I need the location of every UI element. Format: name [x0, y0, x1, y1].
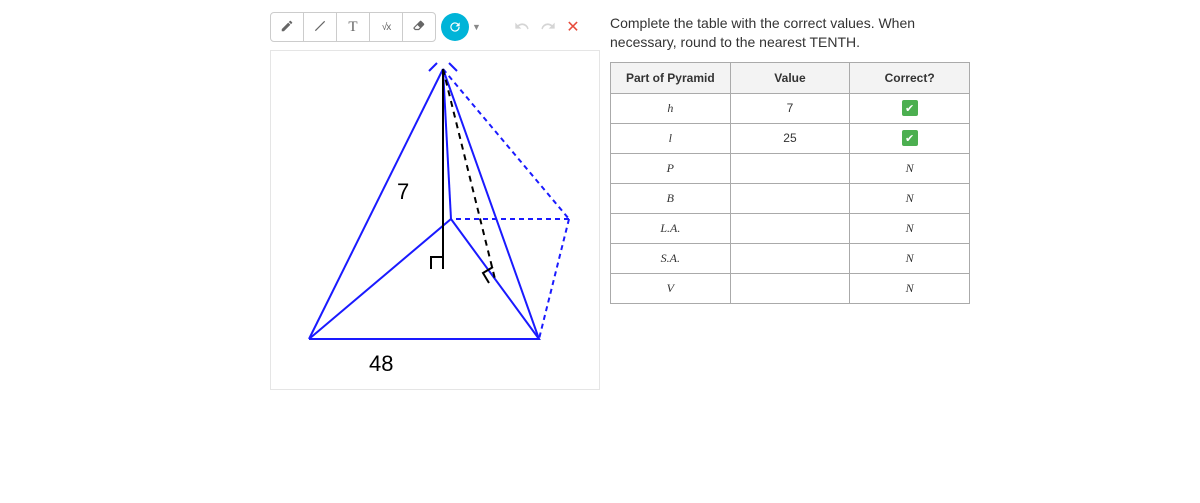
- row-part: L.A.: [611, 213, 731, 243]
- table-row: h 7 ✔: [611, 93, 970, 123]
- row-correct: ✔: [850, 123, 970, 153]
- table-row: l 25 ✔: [611, 123, 970, 153]
- eraser-icon: [412, 19, 426, 36]
- drawing-toolbar: T √x ▼: [270, 12, 600, 42]
- row-value-input[interactable]: 7: [730, 93, 850, 123]
- base-label: 48: [369, 351, 393, 376]
- line-tool-button[interactable]: [303, 12, 337, 42]
- row-value-input[interactable]: [730, 273, 850, 303]
- pen-tool-button[interactable]: [270, 12, 304, 42]
- pyramid-diagram: 7 48: [279, 59, 591, 379]
- th-value: Value: [730, 62, 850, 93]
- table-row: L.A. N: [611, 213, 970, 243]
- row-part: P: [611, 153, 731, 183]
- redo-button[interactable]: [535, 18, 561, 37]
- close-icon: ✕: [566, 17, 579, 37]
- row-part: h: [611, 93, 731, 123]
- row-part: S.A.: [611, 243, 731, 273]
- answer-table: Part of Pyramid Value Correct? h 7 ✔ l 2…: [610, 62, 970, 304]
- table-row: B N: [611, 183, 970, 213]
- undo-button[interactable]: [509, 18, 535, 37]
- row-correct: N: [850, 273, 970, 303]
- color-dropdown[interactable]: ▼: [435, 13, 481, 41]
- table-row: S.A. N: [611, 243, 970, 273]
- instruction-text: Complete the table with the correct valu…: [610, 12, 970, 52]
- check-icon: ✔: [902, 100, 918, 116]
- diagram-canvas[interactable]: 7 48: [270, 50, 600, 390]
- row-value-input[interactable]: [730, 213, 850, 243]
- table-row: P N: [611, 153, 970, 183]
- row-correct: N: [850, 153, 970, 183]
- check-icon: ✔: [902, 130, 918, 146]
- row-correct: N: [850, 213, 970, 243]
- row-part: B: [611, 183, 731, 213]
- line-icon: [313, 19, 327, 36]
- redo-icon: [540, 18, 556, 37]
- height-label: 7: [397, 179, 409, 204]
- row-value-input[interactable]: [730, 243, 850, 273]
- eraser-tool-button[interactable]: [402, 12, 436, 42]
- row-correct: N: [850, 183, 970, 213]
- text-icon: T: [348, 19, 357, 36]
- row-value-input[interactable]: [730, 183, 850, 213]
- pen-icon: [280, 19, 294, 36]
- text-tool-button[interactable]: T: [336, 12, 370, 42]
- chevron-down-icon: ▼: [472, 22, 481, 32]
- row-correct: N: [850, 243, 970, 273]
- row-value-input[interactable]: 25: [730, 123, 850, 153]
- th-correct: Correct?: [850, 62, 970, 93]
- th-part: Part of Pyramid: [611, 62, 731, 93]
- table-row: V N: [611, 273, 970, 303]
- cycle-icon: [441, 13, 469, 41]
- math-tool-button[interactable]: √x: [369, 12, 403, 42]
- sqrt-icon: √x: [382, 22, 391, 33]
- row-part: V: [611, 273, 731, 303]
- row-correct: ✔: [850, 93, 970, 123]
- row-value-input[interactable]: [730, 153, 850, 183]
- undo-icon: [514, 18, 530, 37]
- row-part: l: [611, 123, 731, 153]
- close-button[interactable]: ✕: [561, 17, 585, 37]
